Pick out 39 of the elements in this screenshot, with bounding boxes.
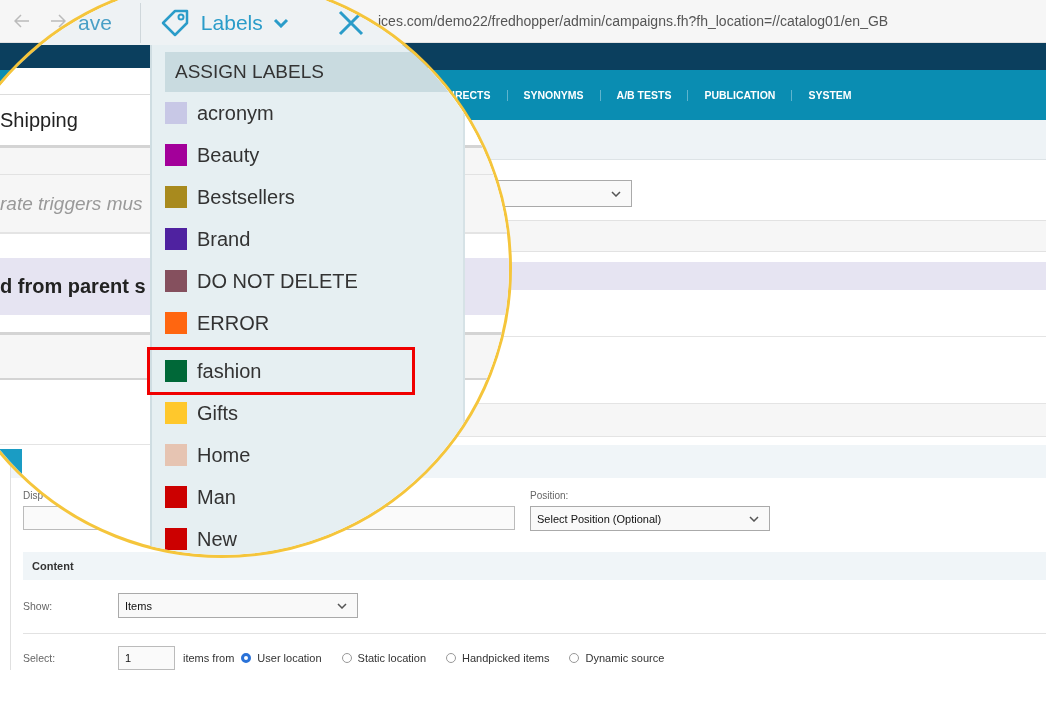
label-option[interactable]: Home (147, 440, 262, 470)
hint-text: rate triggers mus (0, 192, 143, 215)
section-header: Content (23, 552, 1046, 580)
label-option[interactable]: ERROR (147, 308, 281, 338)
field-label: Select: (23, 652, 57, 664)
radio-option[interactable]: Handpicked items (446, 652, 550, 664)
show-select[interactable]: Items (118, 593, 358, 618)
inherited-text: d from parent s (0, 275, 146, 298)
back-arrow-icon[interactable] (14, 14, 30, 28)
label-option[interactable]: New (147, 524, 248, 554)
label-option[interactable]: Beauty (147, 140, 271, 170)
nav-link[interactable]: SYSTEM (792, 89, 868, 101)
field-label: Disp (23, 490, 43, 501)
chevron-down-icon (611, 190, 621, 197)
radio-option[interactable]: Dynamic source (569, 652, 665, 664)
count-input[interactable]: 1 (118, 646, 175, 670)
nav-link[interactable]: PUBLICATION (688, 89, 793, 101)
nav-link[interactable]: SYNONYMS (507, 89, 601, 101)
chevron-down-icon (749, 515, 759, 522)
address-bar-url[interactable]: ices.com/demo22/fredhopper/admin/campaigns.fh?fh_location=//catalog01/en_GB (378, 13, 889, 29)
position-select[interactable]: Select Position (Optional) (530, 506, 770, 531)
field-label: items from (183, 652, 235, 664)
label-option[interactable]: DO NOT DELETE (147, 266, 369, 296)
label-option[interactable]: fashion (147, 347, 415, 395)
label-option[interactable]: Brand (147, 224, 262, 254)
field-label: Show: (23, 599, 54, 612)
field-label: Position: (530, 490, 569, 501)
chevron-down-icon (337, 602, 347, 609)
label-option[interactable]: Bestsellers (147, 182, 306, 212)
label-option[interactable]: acronym (147, 98, 285, 128)
radio-option[interactable]: User location (241, 652, 322, 664)
shipping-field[interactable]: Shipping (0, 108, 78, 132)
nav-link[interactable]: A/B TESTS (600, 89, 689, 101)
forward-arrow-icon[interactable] (50, 14, 66, 28)
radio-option[interactable]: Static location (341, 652, 427, 664)
chevron-down-icon (272, 17, 289, 28)
label-option[interactable]: Man (147, 482, 247, 512)
close-icon[interactable] (336, 8, 365, 37)
label-option[interactable]: Gifts (147, 398, 250, 428)
